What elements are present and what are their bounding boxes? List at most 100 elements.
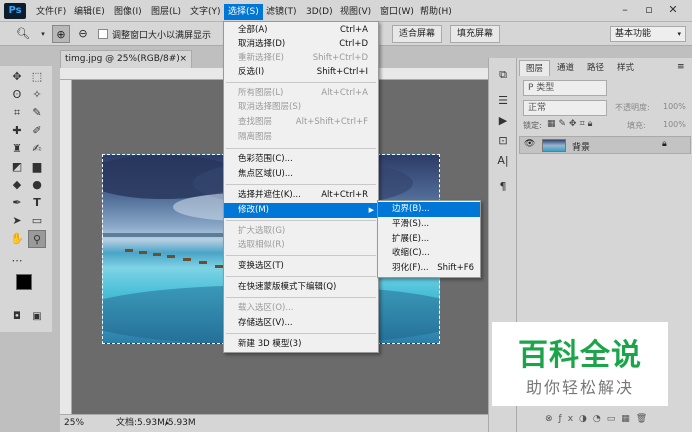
submenu-item-feather[interactable]: 羽化(F)... Shift+F6 [378,261,480,276]
type-tool-icon[interactable]: T [28,194,46,212]
screen-mode-icon[interactable]: ▣ [28,308,46,326]
rectangle-tool-icon[interactable]: ▭ [28,212,46,230]
marquee-tool-icon[interactable]: ⬚ [28,68,46,86]
menu-separator [226,297,376,298]
layer-name[interactable]: 背景 [572,140,590,153]
layer-row-background[interactable]: 👁︎ 背景 🔒︎ [519,136,691,154]
select-menu-dropdown: 全部(A) Ctrl+A 取消选择(D) Ctrl+D 重新选择(E) Shift+C… [223,21,379,353]
menu-item-inverse[interactable]: 反选(I) Shift+Ctrl+I [224,65,378,80]
close-icon[interactable]: ✕ [662,2,684,18]
eyedropper-tool-icon[interactable]: ✎ [28,104,46,122]
fill-value[interactable]: 100% [663,120,686,129]
menu-type[interactable]: 文字(Y) [186,4,225,20]
menu-item-new-3d-model[interactable]: 新建 3D 模型(3) [224,337,378,352]
menu-item-load-selection: 载入选区(O)... [238,303,294,313]
paragraph-panel-icon[interactable]: ¶ [494,178,512,196]
menu-item-modify[interactable]: 修改(M) ▶ [224,203,378,218]
foreground-color-swatch[interactable] [16,274,32,290]
menu-help[interactable]: 帮助(H) [416,4,456,20]
menu-separator [226,255,376,256]
fit-screen-button[interactable]: 适合屏幕 [392,25,443,43]
menu-item-save-selection[interactable]: 存储选区(V)... [224,316,378,331]
hand-tool-icon[interactable]: ✋ [8,230,26,248]
lock-icon: 🔒︎ [662,139,667,149]
menu-edit[interactable]: 编辑(E) [70,4,109,20]
dodge-tool-icon[interactable]: ● [28,176,46,194]
resize-windows-checkbox[interactable] [98,29,108,39]
lasso-tool-icon[interactable]: ʘ [8,86,26,104]
menu-select[interactable]: 选择(S) [224,4,263,20]
submenu-item-border[interactable]: 边界(B)... [378,202,480,217]
move-tool-icon[interactable]: ✥ [8,68,26,86]
chevron-down-icon[interactable]: ▾ [34,25,52,43]
menu-item-select-and-mask[interactable]: 选择并遮住(K)... Alt+Ctrl+R [224,188,378,203]
menu-item-deselect[interactable]: 取消选择(D) Ctrl+D [224,37,378,52]
clone-stamp-tool-icon[interactable]: ♜ [8,140,26,158]
minimize-icon[interactable]: – [614,2,636,18]
tab-layers[interactable]: 图层 [519,60,551,76]
menu-item-select-all[interactable]: 全部(A) Ctrl+A [224,23,378,38]
submenu-item-contract[interactable]: 收缩(C)... [378,246,480,261]
vertical-ruler [60,80,72,414]
zoom-out-icon[interactable]: ⊖ [74,25,92,43]
close-tab-icon[interactable]: × [179,51,187,67]
blur-tool-icon[interactable]: ◆ [8,176,26,194]
panel-menu-icon[interactable]: ≡ [677,62,685,72]
gradient-tool-icon[interactable]: ▆ [28,158,46,176]
lock-icons[interactable]: ▦✎✥⌗🔒︎ [547,119,595,129]
layer-filter-select[interactable]: P 类型 [523,80,607,96]
tab-paths[interactable]: 路径 [581,60,610,76]
restore-icon[interactable]: ▫ [638,2,660,18]
zoom-level[interactable]: 25% [64,415,84,431]
menu-item-transform-selection[interactable]: 变换选区(T) [224,259,378,274]
history-brush-tool-icon[interactable]: ✍ [28,140,46,158]
menu-bar: Ps 文件(F) 编辑(E) 图像(I) 图层(L) 文字(Y) 选择(S) 滤… [0,0,692,22]
submenu-item-expand[interactable]: 扩展(E)... [378,232,480,247]
menu-view[interactable]: 视图(V) [336,4,375,20]
menu-separator [226,184,376,185]
eraser-tool-icon[interactable]: ◩ [8,158,26,176]
more-tools-icon[interactable]: ⋯ [8,252,26,270]
actions-panel-icon[interactable]: ▶ [494,112,512,130]
menu-item-all-layers: 所有图层(L) Alt+Ctrl+A [238,88,368,98]
path-selection-tool-icon[interactable]: ➤ [8,212,26,230]
properties-panel-icon[interactable]: ☰ [494,92,512,110]
menu-filter[interactable]: 滤镜(T) [262,4,301,20]
quick-mask-icon[interactable]: ◘ [8,308,26,326]
menu-image[interactable]: 图像(I) [110,4,146,20]
zoom-tool-selected-icon[interactable]: ⚲ [28,230,46,248]
history-panel-icon[interactable]: ⧉ [494,66,512,84]
zoom-in-icon[interactable]: ⊕ [52,25,70,43]
opacity-value[interactable]: 100% [663,102,686,111]
crop-tool-icon[interactable]: ⌗ [8,104,26,122]
fill-screen-button[interactable]: 填充屏幕 [450,25,501,43]
healing-brush-tool-icon[interactable]: ✚ [8,122,26,140]
menu-item-focus-area[interactable]: 焦点区域(U)... [224,167,378,182]
menu-3d[interactable]: 3D(D) [302,4,337,20]
blend-mode-select[interactable]: 正常 [523,100,607,116]
submenu-item-smooth[interactable]: 平滑(S)... [378,217,480,232]
zoom-tool-icon[interactable]: 🔍︎ [14,25,32,43]
workspace-select[interactable]: 基本功能 ▾ [610,26,686,42]
pen-tool-icon[interactable]: ✒ [8,194,26,212]
layer-actions-bar[interactable]: ⊗ƒx◑◔▭▦🗑︎ [545,414,653,424]
menu-file[interactable]: 文件(F) [32,4,70,20]
menu-window[interactable]: 窗口(W) [376,4,418,20]
tab-styles[interactable]: 样式 [611,60,640,76]
tab-channels[interactable]: 通道 [551,60,580,76]
visibility-eye-icon[interactable]: 👁︎ [524,139,535,149]
tools-panel: ✥ ⬚ ʘ ✧ ⌗ ✎ ✚ ✐ ♜ ✍ ◩ ▆ ◆ ● ✒ T ➤ ▭ ✋ ⚲ … [0,66,52,332]
document-tab-title: timg.jpg @ 25%(RGB/8#) [65,54,180,64]
menu-item-quick-mask[interactable]: 在快速蒙版模式下编辑(Q) [224,280,378,295]
resize-windows-label: 调整窗口大小以满屏显示 [112,31,212,41]
layer-thumbnail [542,139,566,152]
document-tab[interactable]: timg.jpg @ 25%(RGB/8#) × [60,50,192,68]
brush-tool-icon[interactable]: ✐ [28,122,46,140]
swatches-panel-icon[interactable]: ⊡ [494,132,512,150]
chevron-right-icon[interactable]: ▸ [166,415,170,431]
magic-wand-tool-icon[interactable]: ✧ [28,86,46,104]
menu-layer[interactable]: 图层(L) [147,4,185,20]
menu-item-color-range[interactable]: 色彩范围(C)... [224,152,378,167]
character-panel-icon[interactable]: A| [494,152,512,170]
menu-item-isolate-layers: 隔离图层 [238,132,273,142]
